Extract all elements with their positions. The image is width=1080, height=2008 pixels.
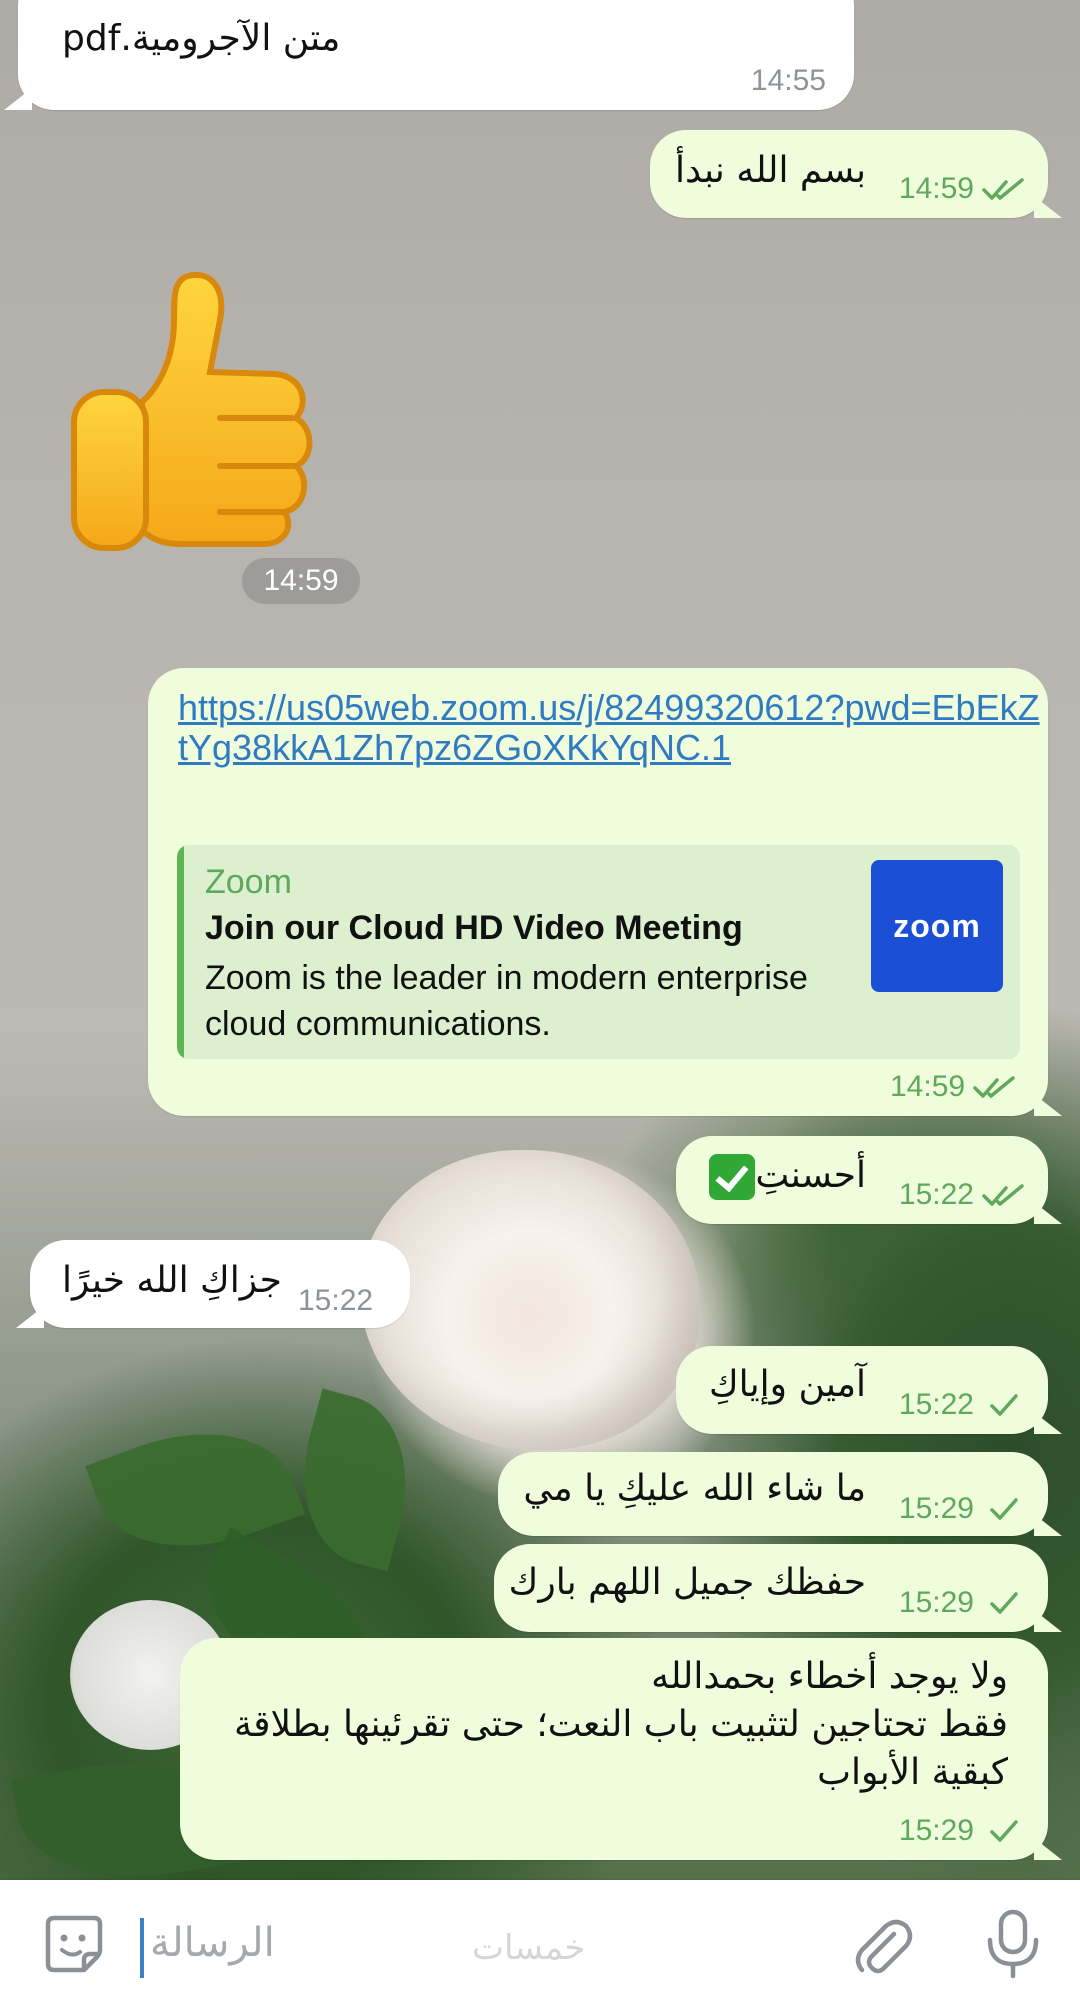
message-text-content: أحسنتِ bbox=[755, 1155, 866, 1196]
single-check-icon bbox=[990, 1394, 1018, 1416]
message-input[interactable]: الرسالة bbox=[150, 1920, 275, 1966]
message-bubble-outgoing[interactable]: بسم الله نبدأ 14:59 bbox=[650, 130, 1048, 218]
double-check-icon bbox=[982, 1184, 1024, 1206]
zoom-logo: zoom bbox=[871, 860, 1003, 992]
message-text: أحسنتِ bbox=[709, 1154, 866, 1200]
message-time: 15:22 bbox=[898, 1388, 974, 1421]
single-check-icon bbox=[990, 1498, 1018, 1520]
watermark-text: خمسات bbox=[472, 1928, 586, 1968]
message-text: متن الآجرومية.pdf bbox=[62, 18, 341, 59]
message-line: فقط تحتاجين لتثبيت باب النعت؛ حتى تقرئين… bbox=[233, 1704, 1008, 1745]
message-meta: 15:29 bbox=[899, 1586, 1026, 1620]
meeting-link[interactable]: https://us05web.zoom.us/j/82499320612?pw… bbox=[178, 688, 1048, 768]
message-meta: 14:59 bbox=[890, 1070, 1017, 1104]
message-bubble-outgoing[interactable]: أحسنتِ 15:22 bbox=[676, 1136, 1048, 1224]
message-time: 14:59 bbox=[898, 172, 974, 205]
message-bubble-outgoing[interactable]: آمين وإياكِ 15:22 bbox=[676, 1346, 1048, 1434]
thumbs-up-sticker[interactable] bbox=[70, 262, 330, 552]
preview-title: Join our Cloud HD Video Meeting bbox=[205, 909, 743, 947]
single-check-icon bbox=[990, 1820, 1018, 1842]
message-meta: 15:22 bbox=[899, 1388, 1026, 1422]
link-preview-card[interactable]: Zoom Join our Cloud HD Video Meeting Zoo… bbox=[177, 845, 1020, 1059]
message-meta: 14:59 bbox=[899, 172, 1026, 206]
preview-description: Zoom is the leader in modern enterprise … bbox=[205, 959, 808, 1043]
double-check-icon bbox=[982, 178, 1024, 200]
message-input-bar: الرسالة خمسات bbox=[0, 1880, 1080, 2008]
sticker-emoji-icon[interactable] bbox=[40, 1910, 108, 1978]
message-time: 14:55 bbox=[750, 64, 826, 97]
message-text: جزاكِ الله خيرًا bbox=[62, 1260, 282, 1301]
double-check-icon bbox=[973, 1076, 1015, 1098]
message-bubble-outgoing[interactable]: ولا يوجد أخطاء بحمدالله فقط تحتاجين لتثب… bbox=[180, 1638, 1048, 1860]
sticker-time: 14:59 bbox=[242, 558, 360, 604]
message-bubble-incoming[interactable]: جزاكِ الله خيرًا 15:22 bbox=[30, 1240, 410, 1328]
message-text: حفظك جميل اللهم بارك bbox=[508, 1562, 866, 1603]
preview-site-name: Zoom bbox=[205, 863, 292, 901]
message-bubble-outgoing[interactable]: حفظك جميل اللهم بارك 15:29 bbox=[494, 1544, 1048, 1632]
wallpaper-rose bbox=[360, 1150, 700, 1450]
preview-accent-bar bbox=[177, 845, 184, 1059]
message-time: 15:22 bbox=[298, 1284, 374, 1317]
message-text: ما شاء الله عليكِ يا مي bbox=[523, 1468, 866, 1509]
message-meta: 15:29 bbox=[899, 1492, 1026, 1526]
single-check-icon bbox=[990, 1592, 1018, 1614]
message-time: 15:22 bbox=[898, 1178, 974, 1211]
message-bubble-outgoing[interactable]: ما شاء الله عليكِ يا مي 15:29 bbox=[498, 1452, 1048, 1536]
message-text: آمين وإياكِ bbox=[708, 1364, 866, 1405]
microphone-icon[interactable] bbox=[980, 1908, 1046, 1980]
message-text: بسم الله نبدأ bbox=[675, 150, 866, 191]
message-time: 14:59 bbox=[890, 1070, 966, 1103]
message-time: 15:29 bbox=[898, 1814, 974, 1847]
message-bubble-incoming[interactable]: متن الآجرومية.pdf 14:55 bbox=[18, 0, 854, 110]
message-meta: 15:29 bbox=[899, 1814, 1026, 1848]
message-time: 15:29 bbox=[898, 1492, 974, 1525]
message-line: ولا يوجد أخطاء بحمدالله bbox=[651, 1656, 1008, 1697]
message-meta: 15:22 bbox=[899, 1178, 1026, 1212]
text-cursor bbox=[140, 1918, 144, 1978]
check-mark-button-emoji bbox=[709, 1154, 756, 1200]
message-time: 15:29 bbox=[898, 1586, 974, 1619]
paperclip-icon[interactable] bbox=[850, 1912, 916, 1978]
message-line: كبقية الأبواب bbox=[817, 1752, 1008, 1793]
wallpaper-leaf bbox=[281, 1388, 429, 1572]
